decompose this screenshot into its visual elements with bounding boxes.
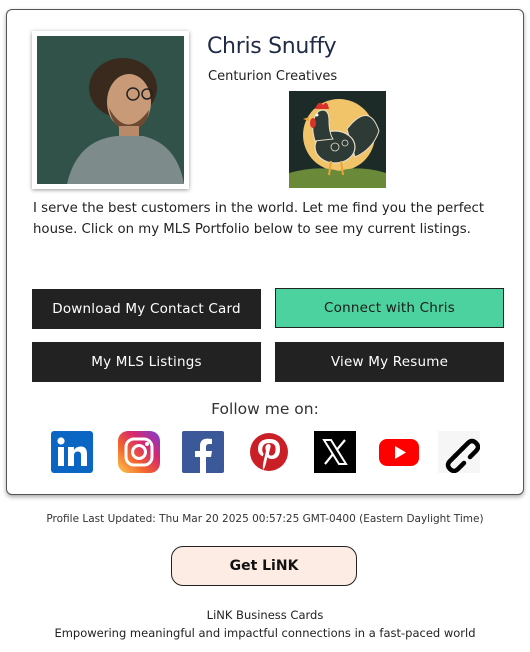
x-icon[interactable] (314, 431, 356, 473)
facebook-icon[interactable] (182, 431, 224, 473)
profile-bio: I serve the best customers in the world.… (33, 201, 485, 237)
linkedin-icon[interactable] (51, 431, 93, 473)
footer-tagline: Empowering meaningful and impactful conn… (54, 626, 476, 640)
company-name: Centurion Creatives (208, 69, 338, 84)
download-contact-card-button[interactable]: Download My Contact Card (32, 289, 261, 329)
youtube-icon[interactable] (378, 431, 420, 473)
profile-photo-frame (32, 31, 189, 189)
profile-updated-text: Profile Last Updated: Thu Mar 20 2025 00… (46, 513, 484, 525)
view-resume-button[interactable]: View My Resume (275, 342, 504, 382)
instagram-icon[interactable] (118, 431, 160, 473)
profile-name: Chris Snuffy (207, 34, 337, 59)
mls-listings-button[interactable]: My MLS Listings (32, 342, 261, 382)
link-icon[interactable] (438, 431, 480, 473)
pinterest-icon[interactable] (248, 431, 290, 473)
profile-photo (37, 36, 184, 184)
get-link-button[interactable]: Get LiNK (171, 546, 357, 586)
business-card: Chris Snuffy Centurion Creatives I serve… (6, 9, 524, 495)
rooster-logo-icon (289, 91, 386, 188)
connect-button[interactable]: Connect with Chris (275, 288, 504, 328)
follow-label: Follow me on: (211, 400, 319, 418)
footer-brand: LiNK Business Cards (206, 608, 324, 622)
